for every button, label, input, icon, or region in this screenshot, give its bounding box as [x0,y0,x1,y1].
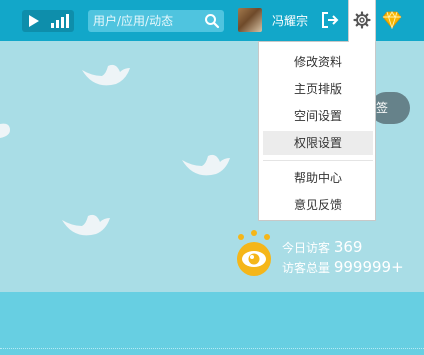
bird-decoration [82,64,130,86]
bird-decoration [0,123,10,138]
today-visits-value: 369 [333,238,363,256]
total-visits: 访客总量 999999+ [282,258,404,276]
equalizer-icon[interactable] [51,14,69,28]
total-visits-value: 999999+ [333,258,404,276]
search-icon[interactable] [204,13,220,29]
search-input[interactable] [93,10,203,32]
today-visits: 今日访客 369 [282,238,362,256]
settings-dropdown-menu: 修改资料 主页排版 空间设置 权限设置 帮助中心 意见反馈 [258,41,376,221]
menu-divider [263,160,373,161]
diamond-icon[interactable] [382,11,402,29]
logout-icon[interactable] [320,10,340,30]
play-icon[interactable] [29,15,39,27]
settings-button[interactable] [348,0,376,42]
visitor-eye-icon [237,230,271,276]
bottom-band [0,292,424,355]
total-visits-label: 访客总量 [282,261,331,275]
menu-item-permission-settings[interactable]: 权限设置 [263,131,373,155]
menu-item-help-center[interactable]: 帮助中心 [263,166,373,190]
top-bar: 冯耀宗 [0,0,424,42]
media-controls[interactable] [22,10,74,32]
menu-item-feedback[interactable]: 意见反馈 [263,193,373,217]
username[interactable]: 冯耀宗 [272,12,308,29]
avatar[interactable] [238,8,262,32]
search-box[interactable] [88,10,224,32]
today-visits-label: 今日访客 [282,241,331,255]
bird-decoration [182,154,230,176]
menu-item-edit-profile[interactable]: 修改资料 [263,50,373,74]
menu-item-space-settings[interactable]: 空间设置 [263,104,373,128]
bird-decoration [62,214,110,236]
sign-in-label: 签 [376,101,389,115]
menu-item-homepage-layout[interactable]: 主页排版 [263,77,373,101]
sign-in-button[interactable]: 签 [370,92,410,124]
dotted-divider [0,348,424,349]
gear-icon[interactable] [353,11,371,29]
